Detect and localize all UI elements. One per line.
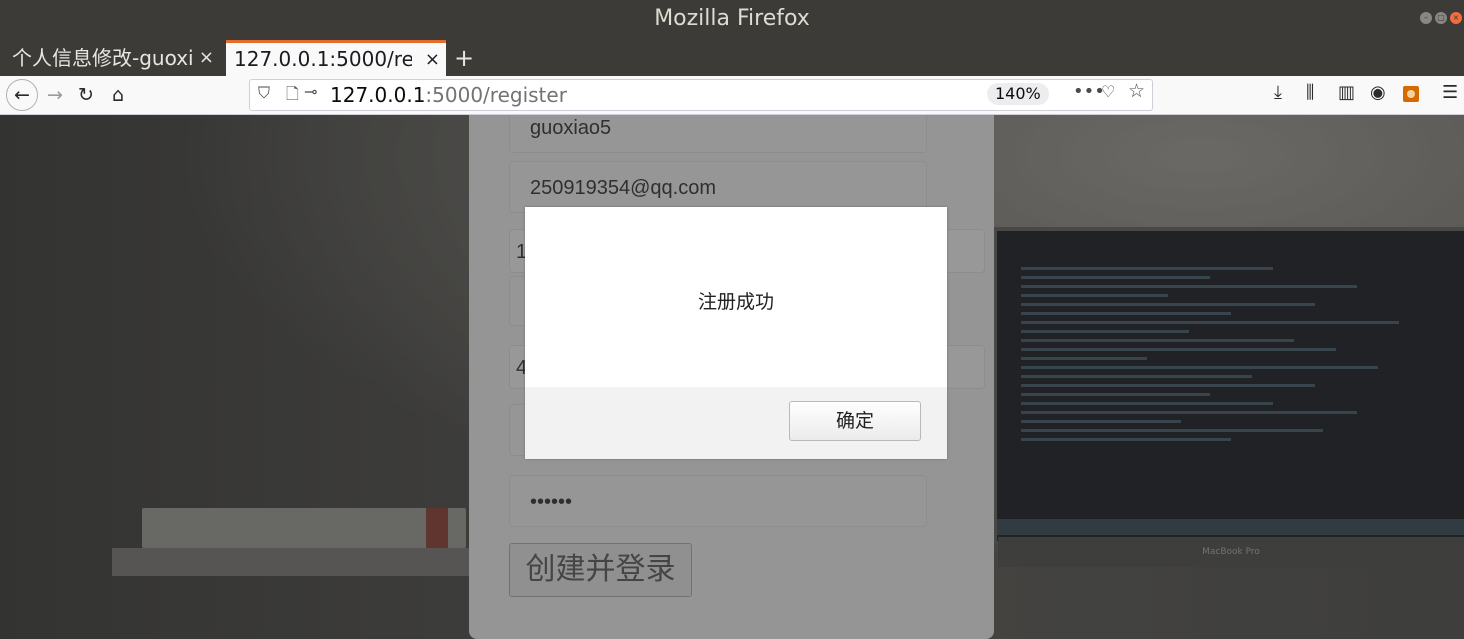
forward-icon[interactable]: → [40, 80, 70, 110]
reload-icon[interactable]: ↻ [71, 80, 101, 110]
page-content: MacBook Pro guoxiao5 250919354@qq.com 1 … [0, 115, 1464, 639]
alert-dialog: 注册成功 确定 [525, 207, 947, 459]
shield-icon[interactable]: ⛉ [258, 83, 270, 103]
url-bar[interactable]: ⛉ 🗋 ⊸ 127.0.0.1:5000/register 140% ••• ♡… [249, 79, 1153, 111]
bookmark-star-icon[interactable]: ☆ [1128, 80, 1145, 102]
window-title: Mozilla Firefox [654, 6, 810, 31]
account-icon[interactable]: ◉ [1370, 82, 1386, 103]
tab-label: 个人信息修改-guoxia [12, 46, 194, 70]
home-icon[interactable]: ⌂ [103, 80, 133, 110]
tab-profile-edit[interactable]: 个人信息修改-guoxia × [8, 40, 220, 76]
pocket-icon[interactable]: ♡ [1101, 82, 1115, 101]
navigation-bar: ← → ↻ ⌂ ⛉ 🗋 ⊸ 127.0.0.1:5000/register 14… [0, 76, 1464, 115]
tab-strip: 个人信息修改-guoxia × 127.0.0.1:5000/regis × + [0, 38, 1464, 76]
window-title-bar: Mozilla Firefox – □ × [0, 0, 1464, 38]
confirm-button[interactable]: 确定 [789, 401, 921, 441]
menu-icon[interactable]: ☰ [1442, 82, 1458, 103]
url-text[interactable]: 127.0.0.1:5000/register [330, 83, 567, 107]
url-host: 127.0.0.1 [330, 83, 426, 107]
extension-icon[interactable] [1403, 86, 1419, 102]
close-tab-icon[interactable]: × [199, 40, 214, 76]
zoom-level-button[interactable]: 140% [987, 83, 1049, 105]
close-window-icon[interactable]: × [1450, 12, 1462, 24]
tab-register[interactable]: 127.0.0.1:5000/regis × [226, 40, 446, 76]
library-icon[interactable]: ⫼ [1306, 82, 1314, 103]
close-tab-icon[interactable]: × [425, 43, 440, 76]
dialog-message: 注册成功 [697, 291, 774, 313]
page-icon[interactable]: 🗋 [286, 83, 299, 110]
tab-label: 127.0.0.1:5000/regis [234, 47, 412, 71]
sidebar-icon[interactable]: ▥ [1338, 82, 1355, 103]
dialog-footer: 确定 [525, 387, 947, 459]
back-icon[interactable]: ← [6, 79, 38, 111]
key-icon[interactable]: ⊸ [304, 82, 317, 101]
minimize-icon[interactable]: – [1420, 12, 1432, 24]
url-path: :5000/register [425, 83, 567, 107]
downloads-icon[interactable]: ⤓ [1274, 82, 1282, 103]
maximize-icon[interactable]: □ [1435, 12, 1447, 24]
new-tab-icon[interactable]: + [454, 40, 474, 76]
